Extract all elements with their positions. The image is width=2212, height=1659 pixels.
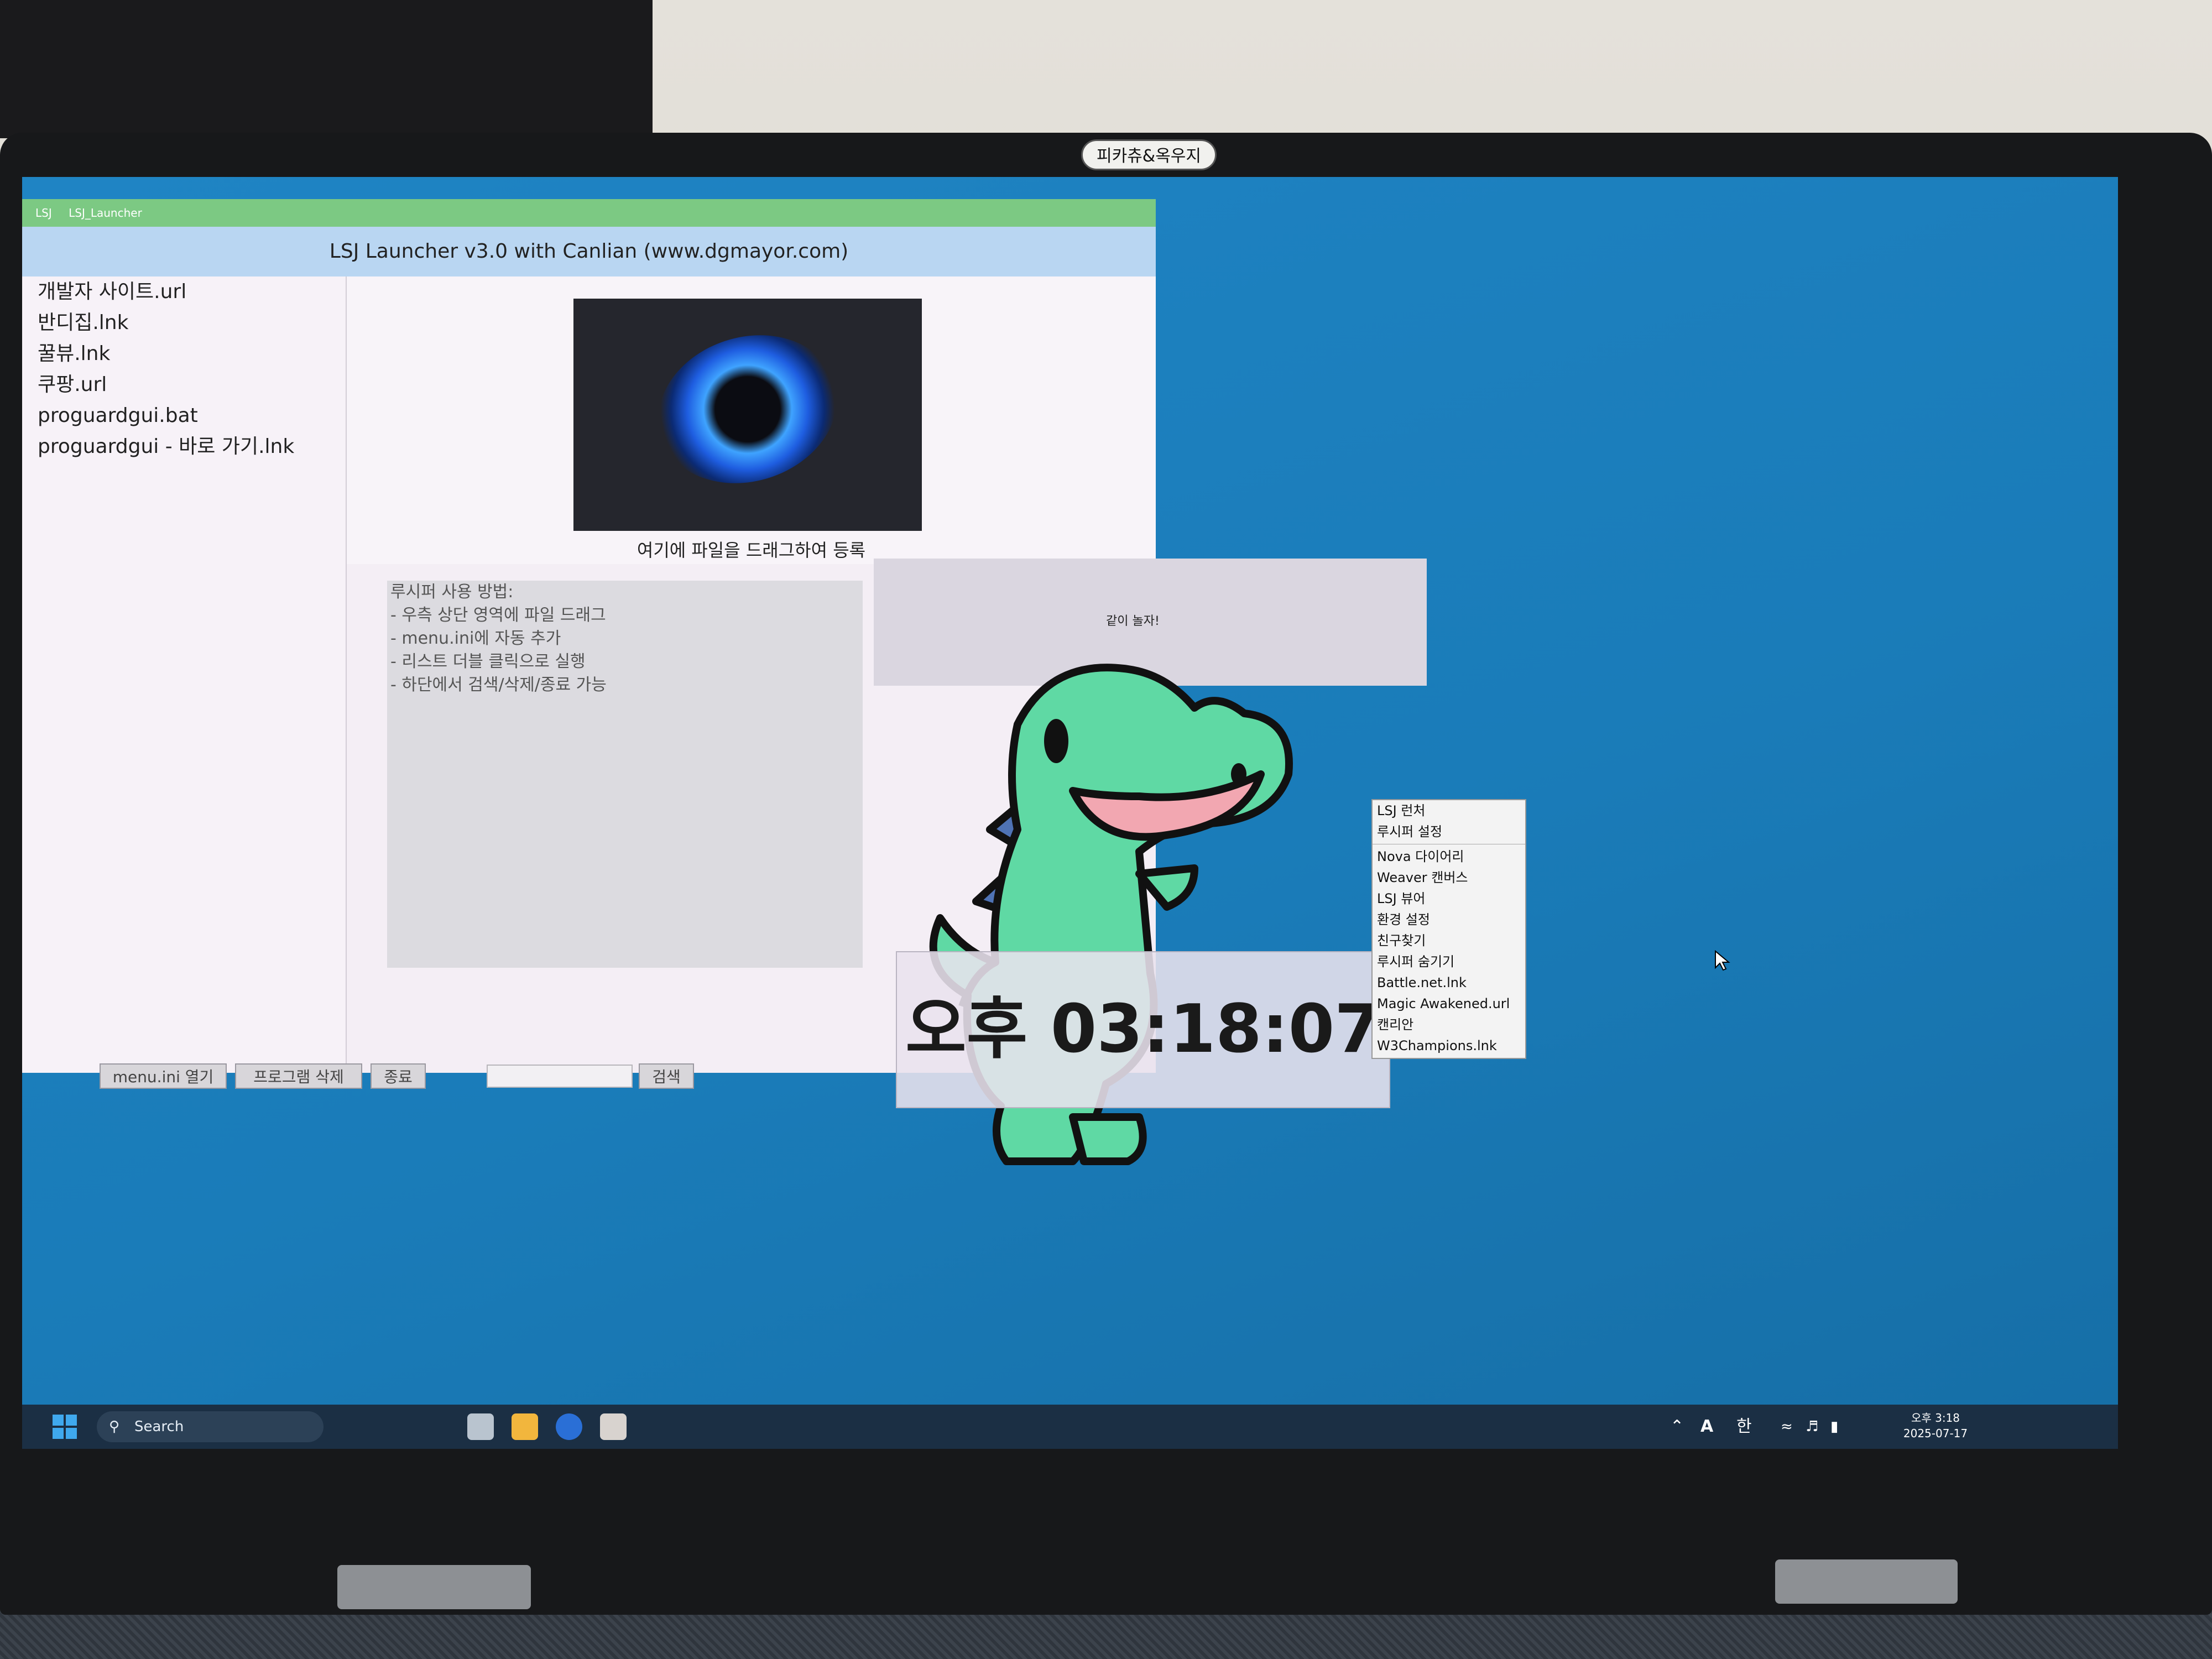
clock-time: 오후 03:18:07 <box>905 991 1381 1068</box>
volume-icon[interactable]: ♬ <box>1806 1405 1818 1449</box>
app-icon[interactable] <box>600 1413 627 1440</box>
list-item[interactable]: proguardgui - 바로 가기.lnk <box>22 431 346 462</box>
windows-start-icon[interactable] <box>53 1415 77 1439</box>
window-title: LSJ_Launcher <box>69 206 142 220</box>
menu-item[interactable]: 루시퍼 숨기기 <box>1373 951 1525 972</box>
list-item[interactable]: 개발자 사이트.url <box>22 276 346 307</box>
wifi-icon[interactable]: ≈ <box>1781 1405 1793 1449</box>
ime-language-indicator[interactable]: 한 <box>1736 1405 1752 1449</box>
hinge-left <box>337 1565 531 1609</box>
usage-line: - 리스트 더블 클릭으로 실행 <box>390 652 586 671</box>
menu-item[interactable]: Battle.net.lnk <box>1373 972 1525 993</box>
ime-mode-indicator[interactable]: A <box>1700 1405 1713 1449</box>
background-monitor <box>0 0 653 138</box>
menu-item-lucifer-settings[interactable]: 루시퍼 설정 <box>1373 821 1525 842</box>
menu-item[interactable]: Weaver 캔버스 <box>1373 867 1525 888</box>
system-clock[interactable]: 오후 3:18 2025-07-17 <box>1891 1410 1980 1441</box>
menu-item[interactable]: Magic Awakened.url <box>1373 993 1525 1014</box>
open-menu-ini-button[interactable]: menu.ini 열기 <box>100 1063 227 1089</box>
delete-program-button[interactable]: 프로그램 삭제 <box>235 1063 362 1089</box>
menu-item[interactable]: W3Champions.lnk <box>1373 1035 1525 1056</box>
search-button[interactable]: 검색 <box>639 1063 694 1089</box>
window-titlebar[interactable]: LSJ LSJ_Launcher <box>22 199 1156 227</box>
task-view-icon[interactable] <box>467 1413 494 1440</box>
search-input[interactable] <box>487 1065 633 1088</box>
taskbar-search-label: Search <box>134 1418 184 1435</box>
system-time: 오후 3:18 <box>1911 1411 1960 1425</box>
window-icon-label: LSJ <box>35 206 52 220</box>
taskbar-search-box[interactable]: ⚲ Search <box>97 1411 324 1442</box>
menu-item[interactable]: Nova 다이어리 <box>1373 846 1525 867</box>
black-hole-image <box>573 299 922 531</box>
context-menu: LSJ 런처 루시퍼 설정 Nova 다이어리 Weaver 캔버스 LSJ 뷰… <box>1371 799 1526 1059</box>
list-item[interactable]: 반디집.lnk <box>22 307 346 338</box>
usage-panel: 루시퍼 사용 방법: - 우측 상단 영역에 파일 드래그 - menu.ini… <box>387 581 863 968</box>
usage-line: - 하단에서 검색/삭제/종료 가능 <box>390 675 607 695</box>
menu-item[interactable]: 환경 설정 <box>1373 909 1525 930</box>
battery-icon[interactable]: ▮ <box>1830 1405 1838 1449</box>
desktop-clock[interactable]: 오후 03:18:07 <box>896 951 1390 1108</box>
bottom-toolbar: menu.ini 열기 프로그램 삭제 종료 검색 <box>100 1059 918 1092</box>
firefox-icon[interactable] <box>556 1413 582 1440</box>
list-item[interactable]: 꿀뷰.lnk <box>22 338 346 369</box>
menu-item[interactable]: 캔리안 <box>1373 1014 1525 1035</box>
search-icon: ⚲ <box>109 1418 120 1435</box>
file-list: 개발자 사이트.url 반디집.lnk 꿀뷰.lnk 쿠팡.url progua… <box>22 276 347 1073</box>
menu-item-lsj-launcher[interactable]: LSJ 런처 <box>1373 800 1525 821</box>
menu-item[interactable]: 친구찾기 <box>1373 930 1525 951</box>
file-explorer-icon[interactable] <box>512 1413 538 1440</box>
usage-line: - 우측 상단 영역에 파일 드래그 <box>390 606 606 625</box>
vortex-graphic <box>638 312 857 506</box>
menu-item[interactable]: LSJ 뷰어 <box>1373 888 1525 909</box>
list-item[interactable]: 쿠팡.url <box>22 369 346 400</box>
system-date: 2025-07-17 <box>1903 1427 1968 1440</box>
speech-text: 같이 놀자! <box>1106 614 1160 628</box>
launcher-header: LSJ Launcher v3.0 with Canlian (www.dgma… <box>22 227 1156 276</box>
usage-title: 루시퍼 사용 방법: <box>390 582 514 602</box>
drop-zone[interactable]: 여기에 파일을 드래그하여 등록 <box>347 276 1156 564</box>
taskbar: ⚲ Search ⌃ A 한 ≈ ♬ ▮ 오후 3:18 2025-07-17 <box>22 1405 2118 1449</box>
chevron-up-icon[interactable]: ⌃ <box>1670 1405 1684 1449</box>
usage-line: - menu.ini에 자동 추가 <box>390 629 561 648</box>
bezel-sticker-label: 피카츄&옥우지 <box>1081 139 1217 170</box>
mouse-cursor-icon <box>1715 950 1730 971</box>
laptop-screen: LSJ LSJ_Launcher LSJ Launcher v3.0 with … <box>22 177 2118 1449</box>
hinge-right <box>1775 1559 1958 1604</box>
exit-button[interactable]: 종료 <box>371 1063 426 1089</box>
list-item[interactable]: proguardgui.bat <box>22 400 346 431</box>
